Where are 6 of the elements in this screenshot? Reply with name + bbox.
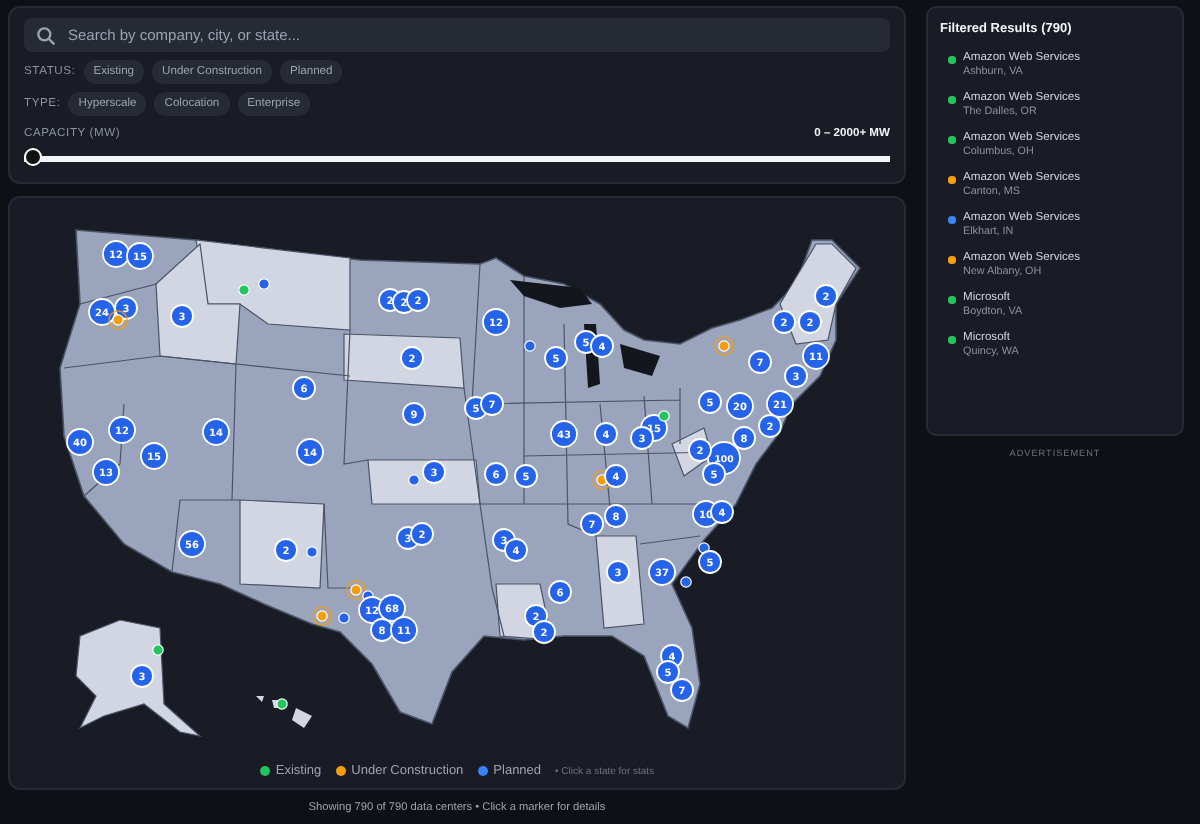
- slider-thumb[interactable]: [24, 148, 42, 166]
- location-marker[interactable]: [714, 336, 734, 356]
- location-marker[interactable]: [312, 606, 332, 626]
- location-marker[interactable]: [592, 470, 612, 490]
- location-marker[interactable]: [108, 310, 128, 330]
- location-marker[interactable]: [346, 580, 366, 600]
